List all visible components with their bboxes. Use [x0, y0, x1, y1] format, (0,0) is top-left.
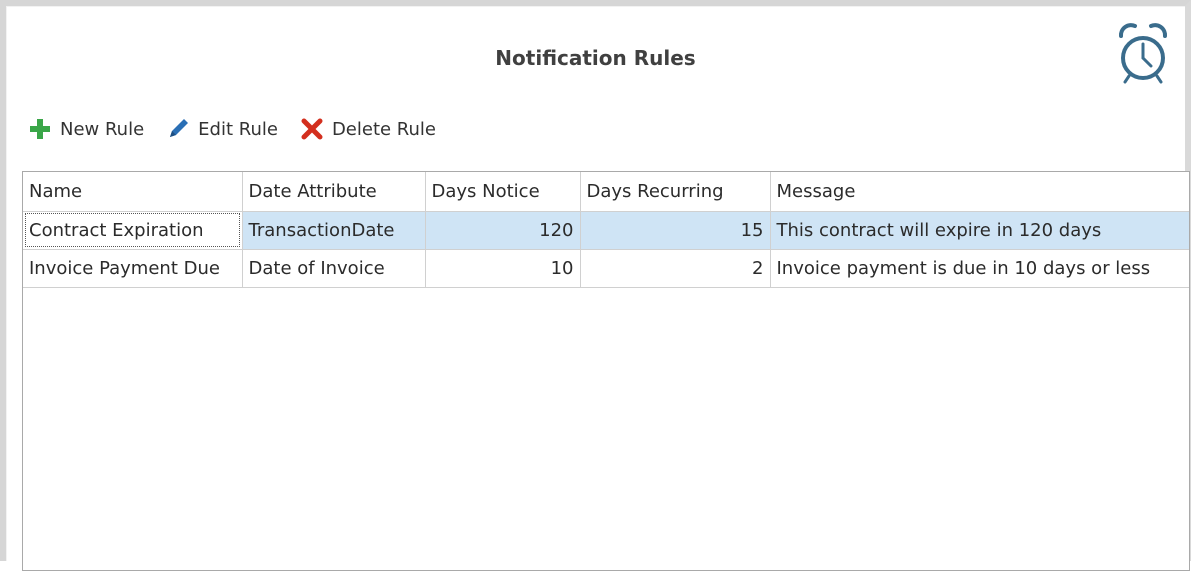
table-row[interactable]: Contract Expiration TransactionDate 120 … — [23, 211, 1189, 249]
delete-x-icon — [300, 117, 324, 141]
new-rule-label: New Rule — [60, 119, 144, 140]
page-title: Notification Rules — [6, 46, 1185, 70]
table-row[interactable]: Invoice Payment Due Date of Invoice 10 2… — [23, 249, 1189, 287]
column-header-name[interactable]: Name — [23, 172, 242, 211]
cell-days-notice[interactable]: 10 — [425, 249, 580, 287]
column-header-days-notice[interactable]: Days Notice — [425, 172, 580, 211]
delete-rule-label: Delete Rule — [332, 119, 436, 140]
cell-name[interactable]: Contract Expiration — [23, 211, 242, 249]
notification-rules-window: Notification Rules New Rule Edit Rule De… — [0, 0, 1191, 561]
column-header-date-attribute[interactable]: Date Attribute — [242, 172, 425, 211]
cell-date-attribute[interactable]: Date of Invoice — [242, 249, 425, 287]
header-row: Name Date Attribute Days Notice Days Rec… — [23, 172, 1189, 211]
cell-name[interactable]: Invoice Payment Due — [23, 249, 242, 287]
cell-message[interactable]: Invoice payment is due in 10 days or les… — [770, 249, 1189, 287]
column-header-days-recurring[interactable]: Days Recurring — [580, 172, 770, 211]
new-rule-button[interactable]: New Rule — [28, 117, 144, 141]
cell-days-recurring[interactable]: 2 — [580, 249, 770, 287]
column-header-message[interactable]: Message — [770, 172, 1189, 211]
edit-rule-label: Edit Rule — [198, 119, 278, 140]
delete-rule-button[interactable]: Delete Rule — [300, 117, 436, 141]
pencil-icon — [166, 117, 190, 141]
alarm-clock-icon — [1115, 22, 1171, 86]
cell-date-attribute[interactable]: TransactionDate — [242, 211, 425, 249]
cell-message[interactable]: This contract will expire in 120 days — [770, 211, 1189, 249]
cell-days-notice[interactable]: 120 — [425, 211, 580, 249]
rules-table: Name Date Attribute Days Notice Days Rec… — [23, 172, 1189, 288]
plus-icon — [28, 117, 52, 141]
rules-grid[interactable]: Name Date Attribute Days Notice Days Rec… — [22, 171, 1190, 571]
edit-rule-button[interactable]: Edit Rule — [166, 117, 278, 141]
cell-days-recurring[interactable]: 15 — [580, 211, 770, 249]
toolbar: New Rule Edit Rule Delete Rule — [28, 114, 458, 144]
